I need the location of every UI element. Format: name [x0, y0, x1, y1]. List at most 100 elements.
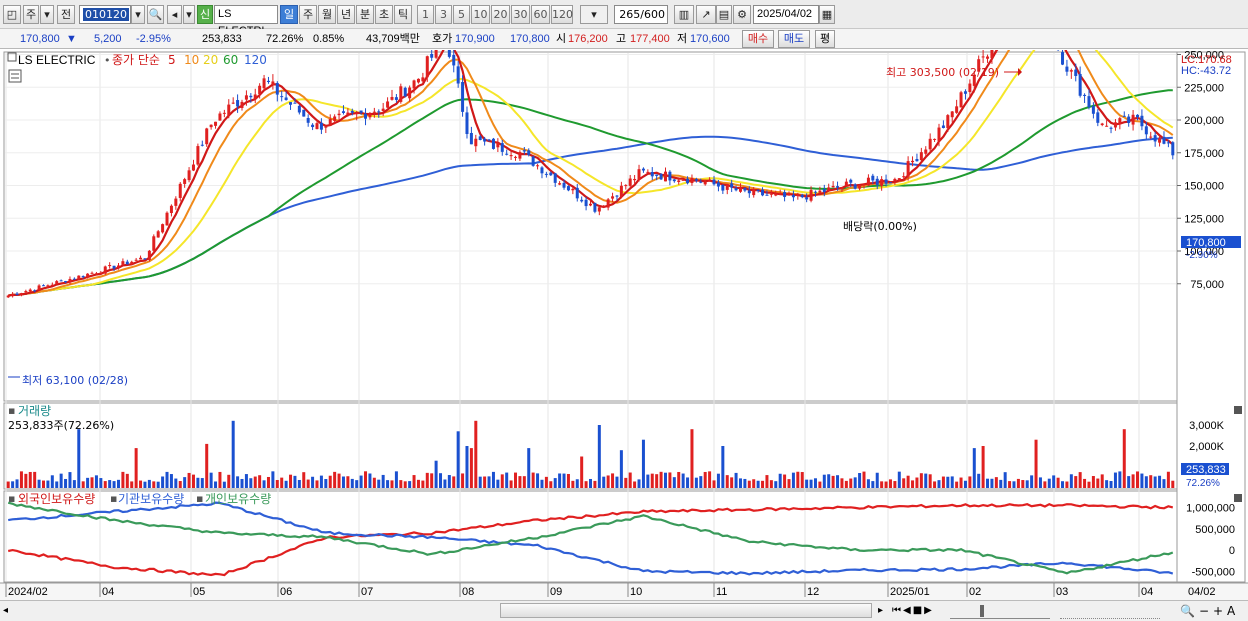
interval-tab-7[interactable]: 120 [551, 5, 573, 24]
volume-bar [1091, 476, 1095, 488]
volume-panel-close-icon[interactable] [1234, 406, 1242, 414]
period-tab-3[interactable]: 년 [337, 5, 355, 24]
interval-tab-5[interactable]: 30 [511, 5, 530, 24]
speaker-icon[interactable]: ◂ [167, 5, 182, 24]
candle-body [196, 146, 200, 165]
candle-body [1158, 138, 1162, 143]
scroll-left-icon[interactable]: ◂ [3, 604, 15, 618]
period-tab-1[interactable]: 주 [299, 5, 317, 24]
interval-tab-3[interactable]: 10 [471, 5, 490, 24]
candle-body [655, 174, 659, 176]
interval-dropdown[interactable]: ▾ [580, 5, 608, 24]
playback-controls-icon[interactable]: ⏮◀■▶ [892, 603, 946, 619]
candle-body [434, 50, 438, 58]
scroll-right-icon[interactable]: ▸ [878, 604, 890, 618]
top-toolbar: ◰ 주 ▾ 전 010120 ▾ 🔍 ◂ ▾ 신 LS ELECTRI 일주월년… [0, 0, 1248, 37]
window-menu-icon[interactable]: ◰ [3, 5, 21, 24]
bid-label: 호가 [432, 33, 453, 45]
volume-bar [328, 475, 332, 488]
volume-bar [390, 480, 394, 488]
volume-bar [99, 478, 103, 488]
volume-bar [831, 475, 835, 488]
stock-code-input[interactable]: 010120 [79, 5, 131, 24]
candle-body [1122, 115, 1126, 117]
count-input[interactable]: 265/600 [614, 5, 668, 24]
bottom-scrollbar[interactable]: ◂ ▸ ⏮◀■▶ 🔍−+A [0, 600, 1248, 621]
volume-bar [518, 476, 522, 488]
volume-bar [368, 473, 372, 488]
candle-body [306, 118, 310, 123]
volume-bar [1003, 472, 1007, 488]
type-selector[interactable]: 주 [23, 5, 39, 24]
candle-type-icon[interactable]: ▥ [674, 5, 694, 24]
new-badge[interactable]: 신 [197, 5, 213, 24]
candle-body [231, 102, 235, 104]
candle-body [178, 183, 182, 198]
period-tab-2[interactable]: 월 [318, 5, 336, 24]
candle-body [169, 205, 173, 214]
settings-gear-icon[interactable]: ⚙ [733, 5, 751, 24]
candle-body [15, 293, 19, 295]
volume-bar [602, 476, 606, 488]
period-tab-6[interactable]: 틱 [394, 5, 412, 24]
speaker-dropdown-icon[interactable]: ▾ [183, 5, 195, 24]
institution-legend: 기관보유수량 [118, 492, 184, 506]
candle-body [319, 122, 323, 130]
candle-body [165, 212, 169, 226]
volume-bar [94, 475, 98, 488]
interval-tab-2[interactable]: 5 [453, 5, 470, 24]
date-input[interactable]: 2025/04/02 [753, 5, 819, 24]
sell-button[interactable]: 매도 [778, 30, 810, 48]
candle-body [597, 207, 601, 212]
eval-button[interactable]: 평 [815, 30, 835, 48]
draw-tool-icon[interactable]: ↗ [696, 5, 716, 24]
holding-panel-close-icon[interactable] [1234, 494, 1242, 502]
candle-body [24, 291, 28, 293]
candle-body [871, 175, 875, 181]
candle-body [1096, 112, 1100, 123]
current-selector[interactable]: 전 [57, 5, 75, 24]
candle-body [986, 56, 990, 59]
save-icon[interactable]: ▤ [716, 5, 732, 24]
volume-bar [280, 477, 284, 488]
volume-bar [977, 473, 981, 488]
volume-bar [125, 473, 129, 488]
candle-body [293, 102, 297, 104]
code-dropdown-icon[interactable]: ▾ [131, 5, 145, 24]
interval-tab-1[interactable]: 3 [435, 5, 452, 24]
period-tab-4[interactable]: 분 [356, 5, 374, 24]
scroll-thumb[interactable] [500, 603, 872, 618]
volume-bar [575, 479, 579, 488]
volume-bar [496, 479, 500, 488]
volume-value-label: 253,833주(72.26%) [8, 419, 114, 432]
zoom-slider[interactable] [950, 603, 1050, 619]
volume-bar [240, 478, 244, 488]
volume-bar [562, 473, 566, 488]
buy-button[interactable]: 매수 [742, 30, 774, 48]
volume-bar [500, 474, 504, 488]
search-icon[interactable]: 🔍 [147, 5, 164, 24]
period-tab-0[interactable]: 일 [280, 5, 298, 24]
volume-bar [981, 446, 985, 488]
type-dropdown-icon[interactable]: ▾ [40, 5, 54, 24]
volume-bar [178, 481, 182, 488]
interval-tab-4[interactable]: 20 [491, 5, 510, 24]
period-tab-5[interactable]: 초 [375, 5, 393, 24]
price-y-tick: 75,000 [1190, 279, 1224, 291]
volume-bar [161, 476, 165, 488]
zoom-controls-icon[interactable]: 🔍−+A [1180, 603, 1244, 619]
candle-body [121, 261, 125, 266]
volume-bar [858, 473, 862, 488]
calendar-icon[interactable]: ▦ [819, 5, 835, 24]
candle-body [399, 86, 403, 102]
volume-bar [108, 480, 112, 488]
candle-body [452, 55, 456, 66]
volume-bar [743, 478, 747, 488]
zoom-slider-handle[interactable] [980, 605, 984, 617]
table-toggle-icon[interactable] [8, 69, 22, 83]
candle-body [963, 91, 967, 94]
interval-tab-0[interactable]: 1 [417, 5, 434, 24]
candle-body [90, 272, 94, 274]
candle-body [968, 83, 972, 93]
interval-tab-6[interactable]: 60 [531, 5, 550, 24]
